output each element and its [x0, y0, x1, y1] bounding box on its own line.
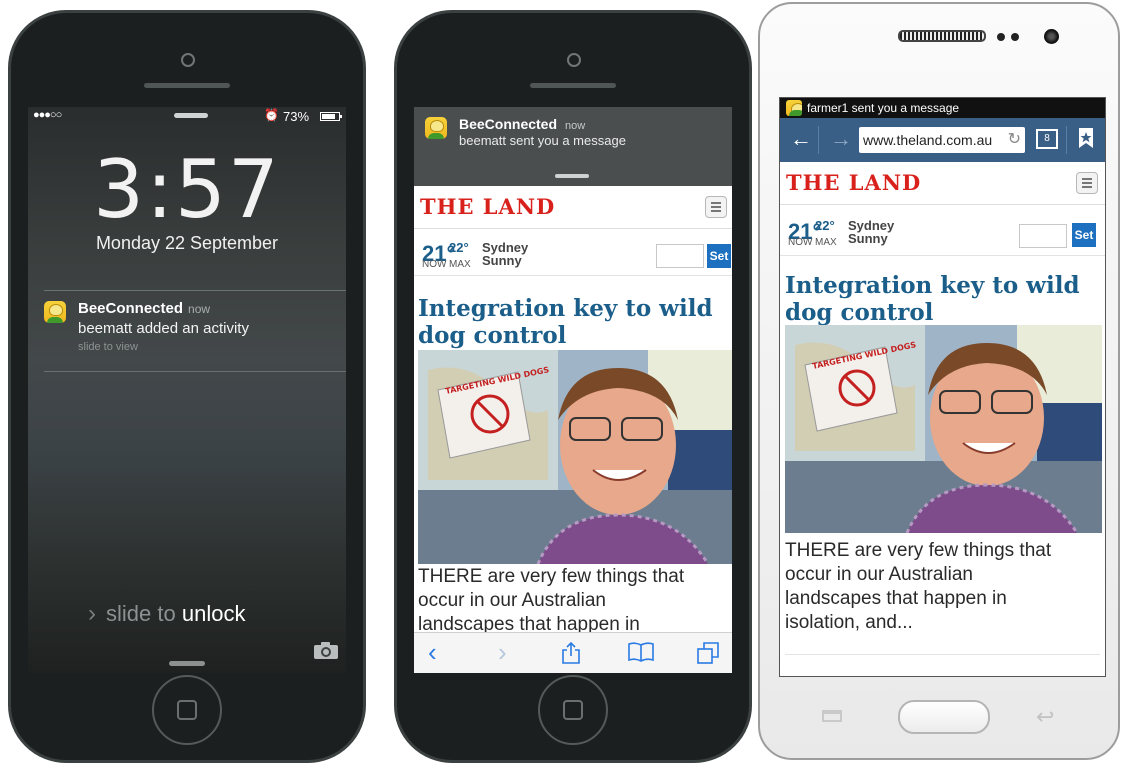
back-arrow-icon[interactable]: ← — [790, 126, 812, 152]
notification-hint: slide to view — [78, 341, 138, 353]
postcode-input[interactable] — [1019, 224, 1067, 248]
menu-icon[interactable] — [1076, 172, 1098, 194]
notification-banner[interactable]: BeeConnected now beematt sent you a messa… — [414, 107, 732, 186]
lock-notification[interactable]: BeeConnected now beematt added an activit… — [28, 295, 346, 359]
android-screen: farmer1 sent you a message ← → www.thela… — [779, 97, 1106, 677]
banner-handle[interactable] — [555, 174, 589, 178]
weather-max-label: MAX — [815, 237, 837, 248]
weather-now-label: NOW — [788, 237, 813, 248]
tabs-icon[interactable]: 8 — [1036, 129, 1058, 149]
control-center-handle[interactable] — [169, 661, 205, 666]
divider — [785, 654, 1100, 655]
the-land-logo[interactable]: THE LAND — [786, 170, 921, 195]
divider — [44, 290, 346, 291]
forward-icon[interactable]: › — [498, 639, 507, 665]
home-button[interactable] — [152, 675, 222, 745]
status-bar: farmer1 sent you a message — [780, 98, 1105, 118]
weather-city: Sydney Sunny — [848, 218, 895, 246]
clock-date: Monday 22 September — [95, 233, 279, 253]
browser-toolbar: ← → www.theland.com.au ↻ 8 — [780, 118, 1105, 162]
home-button[interactable] — [538, 675, 608, 745]
weather-now-label: NOW — [422, 259, 447, 270]
weather-max-temp: 22° — [815, 218, 835, 233]
menu-key-icon[interactable] — [822, 710, 842, 722]
earpiece-speaker — [530, 83, 616, 88]
front-camera — [181, 53, 195, 67]
camera-icon[interactable] — [313, 641, 339, 660]
back-icon[interactable]: ‹ — [428, 639, 437, 665]
share-icon[interactable] — [561, 641, 581, 669]
android-device: farmer1 sent you a message ← → www.thela… — [758, 2, 1120, 760]
weather-set-button[interactable]: Set — [1072, 223, 1096, 247]
weather-city: Sydney Sunny — [482, 240, 529, 268]
beeconnected-app-icon — [786, 100, 802, 116]
bookmarks-icon[interactable] — [627, 641, 655, 667]
url-text: www.theland.com.au — [863, 132, 993, 148]
divider — [44, 371, 346, 372]
banner-time: now — [565, 120, 586, 132]
safari-toolbar: ‹ › — [414, 632, 732, 673]
signal-strength: ●●●○○ — [33, 109, 62, 121]
slide-word: unlock — [181, 601, 246, 626]
postcode-input[interactable] — [656, 244, 704, 268]
banner-app-name: BeeConnected — [459, 116, 558, 132]
earpiece-speaker — [898, 30, 986, 42]
forward-arrow-icon[interactable]: → — [830, 126, 852, 152]
slide-prefix: slide to — [106, 601, 176, 626]
safari-screen: BeeConnected now beematt sent you a messa… — [414, 107, 732, 673]
article-photo[interactable]: TARGETING WILD DOGS — [785, 325, 1102, 533]
weather-max-label: MAX — [449, 259, 471, 270]
the-land-logo[interactable]: THE LAND — [420, 194, 555, 219]
article-lede[interactable]: THERE are very few things that occur in … — [785, 539, 1051, 635]
battery-percent: 73% — [283, 109, 310, 124]
article-headline[interactable]: Integration key to wild dog control — [785, 272, 1080, 326]
weather-set-button[interactable]: Set — [707, 244, 731, 268]
weather-widget: 21° 22° NOW MAX Sydney Sunny Set — [414, 229, 732, 276]
beeconnected-app-icon — [425, 117, 447, 139]
earpiece-speaker — [144, 83, 230, 88]
tabs-icon[interactable] — [696, 641, 720, 669]
weather-widget: 21° 22° NOW MAX Sydney Sunny Set — [780, 205, 1105, 256]
iphone-safari-device: BeeConnected now beematt sent you a messa… — [394, 10, 752, 763]
battery-icon — [320, 112, 342, 121]
reload-icon[interactable]: ↻ — [1008, 127, 1021, 153]
notification-time: now — [188, 302, 211, 316]
front-camera — [567, 53, 581, 67]
article-headline[interactable]: Integration key to wild dog control — [418, 295, 713, 349]
chevron-right-icon: › — [88, 600, 96, 627]
lock-indicator — [174, 113, 208, 118]
beeconnected-app-icon — [44, 301, 66, 323]
lock-screen: ●●●○○ ⏰ 73% 3:57 Monday 22 September Bee… — [28, 107, 346, 673]
iphone-lockscreen-device: ●●●○○ ⏰ 73% 3:57 Monday 22 September Bee… — [8, 10, 366, 763]
notification-message: beematt added an activity — [78, 320, 249, 337]
site-header: THE LAND — [414, 186, 732, 229]
url-field[interactable]: www.theland.com.au ↻ — [859, 127, 1025, 153]
article-photo[interactable]: TARGETING WILD DOGS — [418, 350, 732, 564]
weather-max-temp: 22° — [449, 240, 469, 255]
status-message: farmer1 sent you a message — [807, 101, 960, 115]
back-key-icon[interactable]: ↩ — [1036, 704, 1054, 730]
status-bar: ●●●○○ ⏰ 73% — [28, 107, 346, 127]
banner-message: beematt sent you a message — [459, 133, 626, 148]
site-header: THE LAND — [780, 162, 1105, 205]
menu-icon[interactable] — [705, 196, 727, 218]
front-camera — [1044, 29, 1059, 44]
slide-to-unlock[interactable]: › slide to unlock — [88, 600, 245, 628]
article-lede[interactable]: THERE are very few things that occur in … — [418, 565, 684, 637]
light-sensor — [1011, 33, 1019, 41]
home-button[interactable] — [898, 700, 990, 734]
notification-app-name: BeeConnected — [78, 300, 184, 317]
proximity-sensor — [997, 33, 1005, 41]
alarm-icon: ⏰ — [264, 108, 279, 122]
clock-time: 3:57 — [93, 143, 281, 236]
bookmark-icon[interactable] — [1077, 127, 1095, 154]
